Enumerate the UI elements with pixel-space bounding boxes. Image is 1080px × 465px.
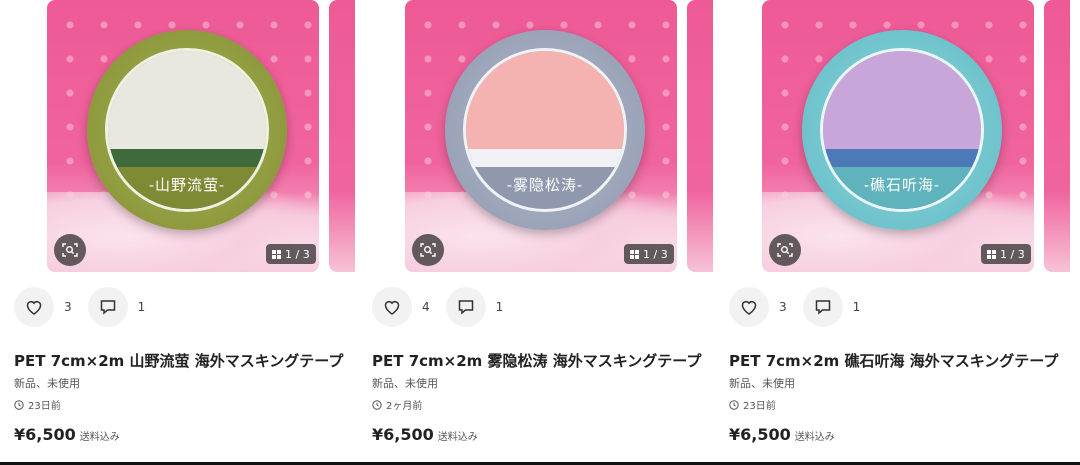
comment-count: 1 [495,300,504,314]
price-row: ¥6,500 送料込み [14,425,120,444]
product-title[interactable]: PET 7cm×2m 山野流萤 海外マスキングテープ [14,350,359,371]
product-photo[interactable]: -礁石听海- 1 / 3 [762,0,1034,272]
like-button[interactable] [372,287,412,327]
tape-label: -雾隐松涛- [506,176,584,194]
like-button[interactable] [14,287,54,327]
grid-icon [630,249,639,259]
image-page-indicator: 1 / 3 [981,244,1031,264]
clock-icon [729,399,739,410]
comment-button[interactable] [87,287,128,327]
product-card[interactable]: -雾隐松涛- 1 / 3 4 1 PET 7cm×2m 雾隐松涛 海外マスキング… [372,0,713,465]
next-photo-peek[interactable] [329,0,355,272]
clock-icon [372,399,382,410]
product-condition: 新品、未使用 [729,377,795,390]
shipping-label: 送料込み [437,432,478,443]
listing-time: 23日前 [14,397,61,412]
shipping-label: 送料込み [794,432,835,443]
washi-tape-roll: -雾隐松涛- [445,30,645,230]
comment-icon [815,300,830,315]
image-search-icon[interactable] [54,234,86,266]
tape-label: -礁石听海- [863,176,941,194]
like-button[interactable] [729,287,769,327]
like-count: 3 [64,300,72,314]
image-search-icon[interactable] [769,234,801,266]
product-title[interactable]: PET 7cm×2m 礁石听海 海外マスキングテープ [729,350,1074,371]
washi-tape-roll: -山野流萤- [87,30,287,230]
grid-icon [987,249,996,259]
image-search-icon[interactable] [412,234,444,266]
heart-icon [741,301,757,315]
heart-icon [26,301,42,315]
price-row: ¥6,500 送料込み [729,425,835,444]
product-photo[interactable]: -雾隐松涛- 1 / 3 [405,0,677,272]
comment-icon [458,300,473,315]
comment-count: 1 [137,300,146,314]
next-photo-peek[interactable] [687,0,713,272]
heart-icon [384,301,400,315]
price: ¥6,500 [14,425,76,444]
price-row: ¥6,500 送料込み [372,425,478,444]
product-title[interactable]: PET 7cm×2m 雾隐松涛 海外マスキングテープ [372,350,717,371]
grid-icon [272,249,281,259]
product-photo[interactable]: -山野流萤- 1 / 3 [47,0,319,272]
image-page-indicator: 1 / 3 [266,244,316,264]
product-condition: 新品、未使用 [14,377,80,390]
listing-time: 2ヶ月前 [372,397,422,412]
image-page-indicator: 1 / 3 [624,244,674,264]
comment-icon [100,300,115,315]
price: ¥6,500 [372,425,434,444]
product-card[interactable]: -礁石听海- 1 / 3 3 1 PET 7cm×2m 礁石听海 海外マスキング… [729,0,1070,465]
tape-label: -山野流萤- [148,176,226,194]
washi-tape-roll: -礁石听海- [802,30,1002,230]
shipping-label: 送料込み [79,432,120,443]
product-card[interactable]: -山野流萤- 1 / 3 3 1 PET 7cm×2m 山野流萤 海外マスキング… [14,0,355,465]
comment-count: 1 [852,300,861,314]
clock-icon [14,399,24,410]
comment-button[interactable] [445,287,486,327]
comment-button[interactable] [802,287,843,327]
listing-time: 23日前 [729,397,776,412]
like-count: 4 [422,300,430,314]
price: ¥6,500 [729,425,791,444]
next-photo-peek[interactable] [1044,0,1070,272]
like-count: 3 [779,300,787,314]
product-condition: 新品、未使用 [372,377,438,390]
